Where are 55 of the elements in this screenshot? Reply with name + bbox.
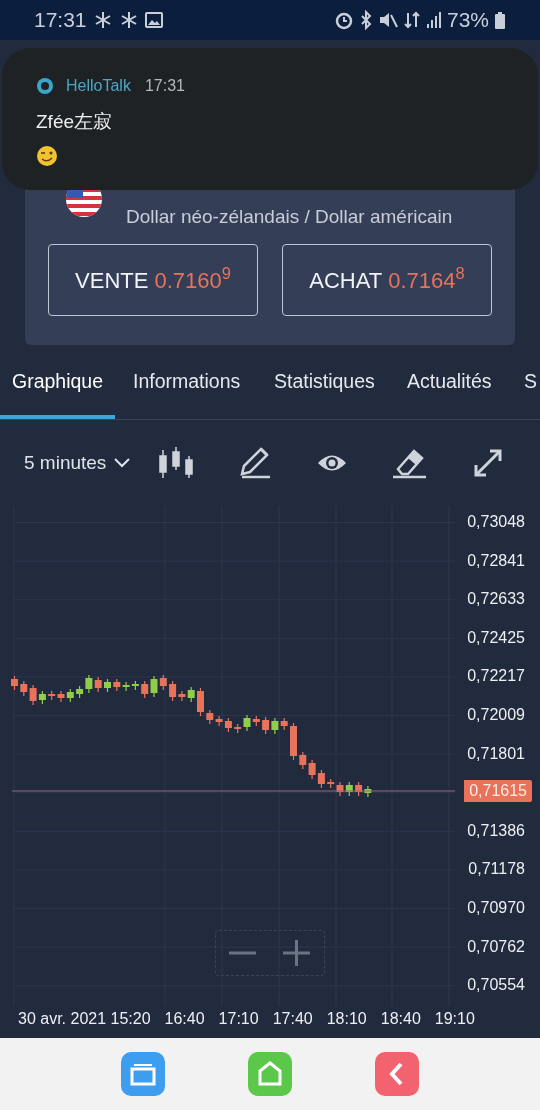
candle xyxy=(104,678,111,693)
mute-icon xyxy=(377,10,398,30)
price-label: 0,70970 xyxy=(467,898,525,918)
price-label: 0,72425 xyxy=(467,627,525,648)
currency-pair-name: Dollar néo-zélandais / Dollar américain xyxy=(126,205,453,229)
candle xyxy=(197,687,204,717)
expand-icon[interactable] xyxy=(472,447,505,479)
interval-dropdown[interactable]: 5 minutes xyxy=(24,448,131,478)
chevron-down-icon xyxy=(114,458,131,468)
bluetooth-icon xyxy=(358,10,373,30)
signal-icon xyxy=(425,10,442,30)
time-label: 17:10 xyxy=(218,1009,259,1029)
recent-apps-icon[interactable] xyxy=(121,1052,166,1096)
tab[interactable]: Actualités xyxy=(395,345,504,419)
price-label: 0,71178 xyxy=(468,859,525,880)
price-label: 0,72217 xyxy=(467,666,525,687)
price-label: 0,72009 xyxy=(467,705,525,725)
image-icon xyxy=(144,12,163,28)
battery-percentage: 73% xyxy=(446,7,489,34)
time-label: 17:40 xyxy=(272,1009,313,1029)
price-label: 0,71386 xyxy=(467,820,525,841)
current-price-tag: 0,71615 xyxy=(464,780,532,802)
battery-icon xyxy=(494,10,506,30)
tab[interactable]: Informations xyxy=(121,345,253,419)
time-label: 19:10 xyxy=(434,1009,475,1029)
message-sender: Zfée左寂 xyxy=(36,110,114,134)
time-label: 18:40 xyxy=(380,1009,421,1029)
time-label: 16:40 xyxy=(164,1009,205,1029)
time-label: 30 avr. 2021 15:20 xyxy=(18,1009,151,1029)
price-label: 0,71801 xyxy=(467,743,525,764)
back-icon[interactable] xyxy=(374,1052,419,1096)
eraser-icon[interactable] xyxy=(392,447,429,479)
tab[interactable]: Statistiques xyxy=(262,345,387,419)
price-label: 0,72633 xyxy=(467,589,525,610)
notification-card[interactable]: HelloTalk 17:31 Zfée左寂 xyxy=(2,48,538,190)
sell-button[interactable]: VENTE 0.7160$^{9}$ xyxy=(48,244,258,316)
status-time: 17:31 xyxy=(34,7,87,34)
time-label: 18:10 xyxy=(326,1009,367,1029)
wink-emoji-icon xyxy=(36,144,58,167)
pencil-icon[interactable] xyxy=(238,447,273,479)
buy-button[interactable]: ACHAT 0.7164$^{8}$ xyxy=(282,244,492,316)
price-label: 0,70554 xyxy=(467,975,525,996)
candle xyxy=(11,675,18,691)
app-name: HelloTalk xyxy=(66,76,131,96)
candlestick-icon[interactable] xyxy=(158,446,195,480)
tab[interactable]: Graphique xyxy=(0,345,116,419)
alarm-icon xyxy=(333,10,354,30)
app-icon xyxy=(36,77,54,95)
tab[interactable]: S xyxy=(512,345,537,419)
mobile-data-icon xyxy=(402,10,421,30)
notification-time: 17:31 xyxy=(144,76,185,96)
price-label: 0,72841 xyxy=(467,550,525,571)
price-label: 0,73048 xyxy=(467,512,525,532)
candle xyxy=(290,722,297,761)
price-label: 0,70762 xyxy=(467,936,525,957)
